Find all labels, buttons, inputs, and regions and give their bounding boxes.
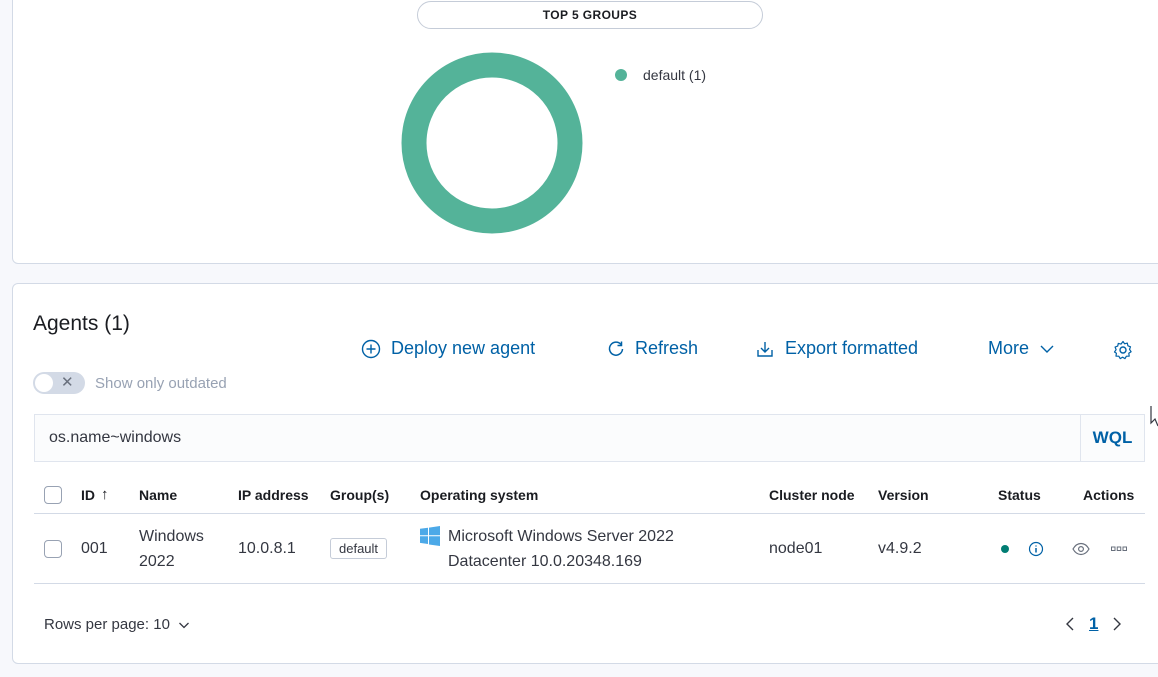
col-actions: Actions bbox=[1083, 486, 1135, 503]
deploy-label: Deploy new agent bbox=[391, 338, 536, 358]
more-label: More bbox=[988, 338, 1030, 358]
select-all-checkbox[interactable] bbox=[44, 485, 62, 504]
deploy-agent-button[interactable]: Deploy new agent bbox=[361, 338, 535, 359]
col-name[interactable]: Name bbox=[139, 476, 177, 513]
search-bar: WQL bbox=[34, 414, 1145, 462]
export-icon bbox=[757, 341, 773, 357]
wql-button[interactable]: WQL bbox=[1080, 415, 1144, 461]
toggle-knob bbox=[35, 374, 53, 392]
table-header: ID ↑ Name IP address Group(s) Operating … bbox=[34, 476, 1145, 514]
col-id[interactable]: ID ↑ bbox=[81, 476, 109, 513]
page-number[interactable]: 1 bbox=[1089, 614, 1098, 634]
col-groups[interactable]: Group(s) bbox=[330, 476, 389, 513]
more-menu-button[interactable]: More bbox=[988, 338, 1055, 359]
windows-icon bbox=[420, 526, 440, 546]
close-icon: ✕ bbox=[61, 374, 74, 391]
chevron-down-icon bbox=[178, 622, 189, 628]
agent-version: v4.9.2 bbox=[878, 539, 922, 557]
agent-os: Microsoft Windows Server 2022 Datacenter… bbox=[420, 514, 674, 583]
outdated-toggle[interactable]: ✕ bbox=[33, 372, 85, 394]
agent-name-line1: Windows bbox=[139, 527, 204, 545]
refresh-button[interactable]: Refresh bbox=[607, 338, 698, 359]
info-icon bbox=[1028, 541, 1044, 556]
donut-slice-default[interactable] bbox=[401, 52, 583, 234]
export-label: Export formatted bbox=[785, 338, 919, 358]
agents-table: ID ↑ Name IP address Group(s) Operating … bbox=[34, 476, 1145, 584]
pagination: 1 bbox=[1065, 614, 1122, 634]
agent-ip: 10.0.8.1 bbox=[238, 539, 296, 557]
table-row[interactable]: 001 Windows 2022 10.0.8.1 default Micros… bbox=[34, 514, 1145, 584]
mouse-cursor-icon bbox=[1150, 406, 1158, 427]
outdated-toggle-row: ✕ Show only outdated bbox=[33, 372, 227, 394]
agent-name-line2: 2022 bbox=[139, 552, 175, 570]
select-all-cell bbox=[44, 476, 62, 513]
col-ip[interactable]: IP address bbox=[238, 476, 309, 513]
gear-icon bbox=[1113, 340, 1132, 360]
plus-circle-icon bbox=[361, 339, 381, 358]
more-actions-button[interactable] bbox=[1111, 514, 1127, 583]
row-select-cell bbox=[44, 514, 62, 583]
chevron-left-icon[interactable] bbox=[1065, 616, 1075, 632]
search-input[interactable] bbox=[35, 415, 1080, 461]
chevron-down-icon bbox=[1040, 345, 1054, 353]
view-agent-button[interactable] bbox=[1072, 514, 1090, 583]
col-id-label: ID bbox=[81, 486, 95, 503]
os-line1: Microsoft Windows Server 2022 bbox=[448, 527, 674, 545]
col-version[interactable]: Version bbox=[878, 476, 929, 513]
agents-title: Agents (1) bbox=[33, 312, 130, 335]
agent-status bbox=[1001, 514, 1009, 583]
agent-groups: default bbox=[330, 514, 388, 583]
legend-label: default (1) bbox=[643, 67, 707, 83]
sort-ascending-icon: ↑ bbox=[101, 486, 109, 503]
settings-button[interactable] bbox=[1113, 340, 1143, 360]
col-os[interactable]: Operating system bbox=[420, 476, 538, 513]
agent-name: Windows 2022 bbox=[139, 514, 204, 583]
agents-panel: Agents (1) ✕ Show only outdated Deploy n… bbox=[12, 283, 1158, 664]
row-checkbox[interactable] bbox=[44, 539, 62, 558]
panel-title: TOP 5 GROUPS bbox=[417, 1, 763, 29]
group-badge[interactable]: default bbox=[330, 538, 388, 559]
refresh-icon bbox=[608, 340, 624, 356]
legend-dot bbox=[615, 69, 627, 81]
chevron-right-icon[interactable] bbox=[1112, 616, 1122, 632]
groups-donut-chart bbox=[401, 52, 583, 234]
more-icon bbox=[1111, 546, 1127, 551]
rows-per-page-selector[interactable]: Rows per page: 10 bbox=[44, 616, 190, 633]
refresh-label: Refresh bbox=[635, 338, 699, 358]
eye-icon bbox=[1072, 542, 1090, 555]
agent-cluster: node01 bbox=[769, 539, 823, 557]
os-text: Microsoft Windows Server 2022 Datacenter… bbox=[448, 524, 674, 574]
rows-per-page-label: Rows per page: 10 bbox=[44, 616, 170, 633]
export-formatted-button[interactable]: Export formatted bbox=[755, 338, 918, 359]
chart-legend-item[interactable]: default (1) bbox=[615, 67, 706, 83]
col-status[interactable]: Status bbox=[998, 476, 1041, 513]
toggle-label: Show only outdated bbox=[95, 374, 227, 392]
status-active-icon bbox=[1001, 544, 1009, 553]
top-groups-panel: TOP 5 GROUPS default (1) bbox=[12, 0, 1158, 264]
os-line2: Datacenter 10.0.20348.169 bbox=[448, 552, 642, 570]
status-info-button[interactable] bbox=[1028, 514, 1044, 583]
col-cluster[interactable]: Cluster node bbox=[769, 476, 855, 513]
agent-id: 001 bbox=[81, 539, 108, 557]
